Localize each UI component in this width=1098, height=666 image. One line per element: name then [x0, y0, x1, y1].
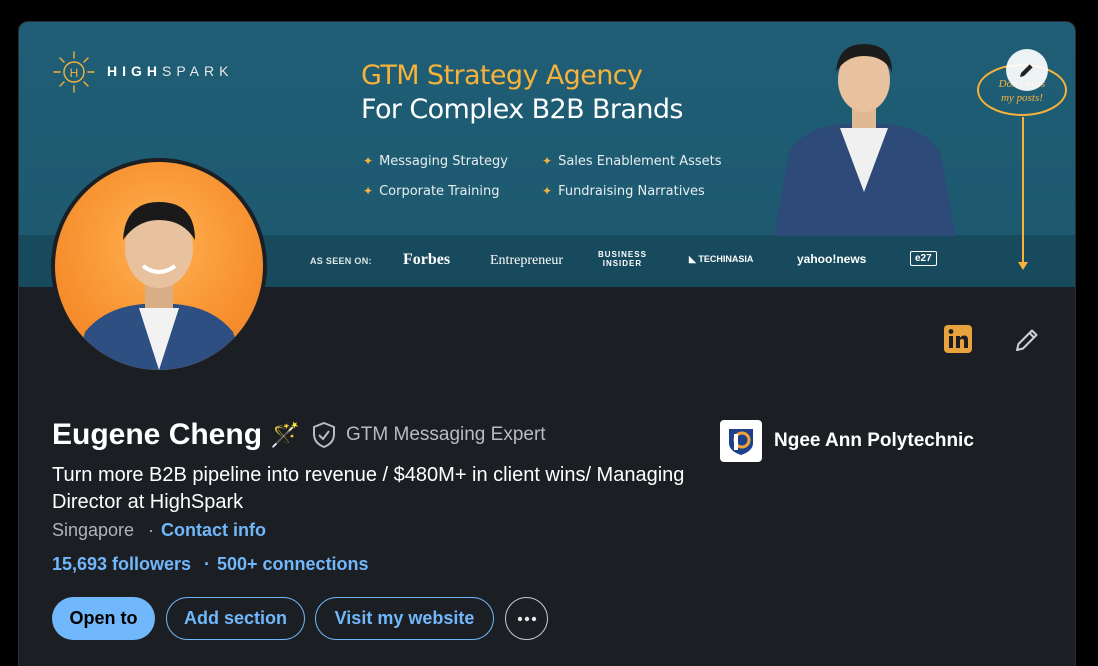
more-options-button[interactable] — [505, 597, 548, 640]
avatar — [75, 202, 245, 370]
arrow-down-icon — [1018, 262, 1028, 270]
separator: · — [148, 520, 154, 540]
svg-text:H: H — [70, 66, 79, 80]
profile-location: Singapore — [52, 520, 135, 540]
service-item: ✦ Corporate Training — [363, 184, 500, 199]
techinasia-icon: ◣ — [689, 254, 699, 264]
magic-wand-icon: 🪄 — [270, 422, 300, 449]
service-item: ✦ Fundraising Narratives — [542, 184, 705, 199]
highspark-logo-icon: H — [53, 51, 95, 93]
press-logo-business-insider: BUSINESS INSIDER — [598, 250, 647, 268]
edit-profile-icon[interactable] — [1012, 325, 1042, 355]
pencil-icon — [1020, 63, 1034, 77]
linkedin-icon[interactable] — [943, 324, 973, 354]
banner-tagline-2: For Complex B2B Brands — [361, 94, 683, 125]
press-logo-yahoo: yahoo!news — [797, 252, 867, 266]
edit-banner-button[interactable] — [1006, 49, 1048, 91]
followers-link[interactable]: 15,693 followers — [52, 554, 191, 575]
press-logo-forbes: Forbes — [403, 251, 451, 268]
open-to-button[interactable]: Open to — [52, 597, 155, 640]
school-logo[interactable] — [720, 420, 762, 462]
svg-text:my posts!: my posts! — [1001, 92, 1043, 104]
banner-tagline-1: GTM Strategy Agency — [361, 60, 643, 91]
connections-link[interactable]: 500+ connections — [217, 554, 369, 575]
ngee-ann-logo-icon — [729, 429, 753, 455]
profile-headline: Turn more B2B pipeline into revenue / $4… — [52, 464, 685, 513]
service-item: ✦ Sales Enablement Assets — [542, 154, 722, 169]
press-logo-e27: e27 — [910, 251, 937, 266]
press-logo-entrepreneur: Entrepreneur — [490, 253, 564, 268]
ellipsis-icon — [517, 616, 536, 621]
shield-check-icon[interactable] — [311, 421, 337, 449]
as-seen-on-label: AS SEEN ON: — [310, 256, 372, 266]
sparkle-icon: ✦ — [542, 154, 553, 168]
sparkle-icon: ✦ — [542, 184, 553, 198]
profile-photo[interactable] — [51, 158, 267, 374]
school-name[interactable]: Ngee Ann Polytechnic — [774, 430, 974, 452]
sparkle-icon: ✦ — [363, 184, 374, 198]
add-section-button[interactable]: Add section — [166, 597, 305, 640]
sparkle-icon: ✦ — [363, 154, 374, 168]
separator: · — [204, 554, 210, 574]
callout-arrow — [1022, 117, 1024, 265]
verification-badge-text[interactable]: GTM Messaging Expert — [346, 424, 546, 446]
visit-website-button[interactable]: Visit my website — [315, 597, 494, 640]
banner-person-image — [774, 44, 956, 236]
brand-name: HIGHSPARK — [107, 63, 234, 79]
profile-card: H HIGHSPARK GTM Strategy Agency For Comp… — [18, 21, 1076, 666]
service-item: ✦ Messaging Strategy — [363, 154, 508, 169]
profile-name: Eugene Cheng — [52, 418, 263, 451]
press-logo-techinasia: ◣ TECHINASIA — [689, 254, 754, 264]
contact-info-link[interactable]: Contact info — [161, 520, 266, 541]
